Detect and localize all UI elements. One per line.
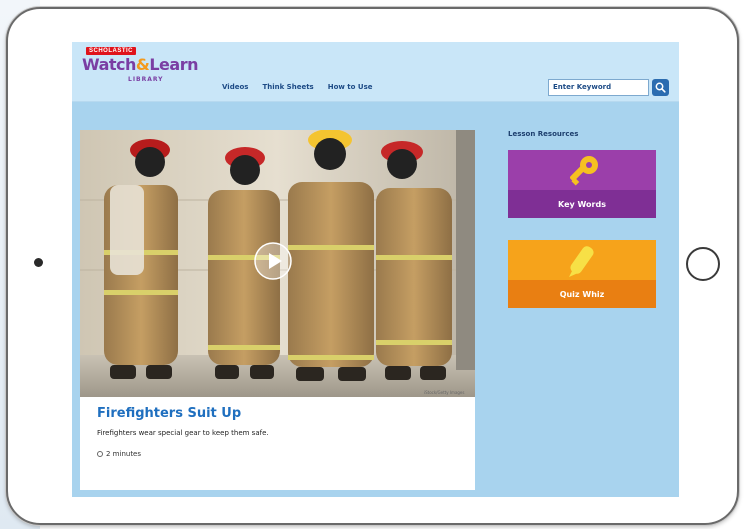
header: SCHOLASTIC Watch&Learn LIBRARY Videos Th… [72, 42, 679, 102]
card-top [508, 240, 656, 280]
video-duration: 2 minutes [97, 450, 141, 458]
nav-item-videos[interactable]: Videos [222, 83, 248, 91]
video-description: Firefighters wear special gear to keep t… [97, 429, 269, 437]
pencil-icon [569, 246, 594, 277]
nav-item-how-to-use[interactable]: How to Use [328, 83, 373, 91]
search-button[interactable] [652, 79, 669, 96]
quiz-whiz-button[interactable]: Quiz Whiz [508, 240, 656, 308]
app-screen: SCHOLASTIC Watch&Learn LIBRARY Videos Th… [72, 42, 679, 497]
search-input[interactable]: Enter Keyword [548, 79, 649, 96]
quiz-whiz-label: Quiz Whiz [508, 280, 656, 308]
camera-icon [34, 258, 43, 267]
key-words-label: Key Words [508, 190, 656, 218]
logo[interactable]: SCHOLASTIC Watch&Learn LIBRARY [82, 46, 202, 94]
logo-subtitle: LIBRARY [128, 76, 164, 83]
video-thumbnail[interactable] [80, 130, 475, 397]
play-icon[interactable] [254, 242, 292, 280]
video-card[interactable]: Firefighters Suit Up Firefighters wear s… [80, 130, 475, 490]
resources-heading: Lesson Resources [508, 130, 579, 138]
duration-text: 2 minutes [106, 450, 142, 458]
video-title[interactable]: Firefighters Suit Up [97, 406, 241, 421]
photo-credit: iStock/Getty Images [424, 390, 465, 395]
card-top [508, 150, 656, 190]
home-button[interactable] [686, 247, 720, 281]
search-icon [655, 82, 666, 93]
nav-item-think-sheets[interactable]: Think Sheets [262, 83, 313, 91]
logo-title: Watch&Learn [82, 55, 198, 74]
brand-label: SCHOLASTIC [86, 47, 136, 55]
key-icon [570, 156, 598, 186]
main-nav: Videos Think Sheets How to Use [222, 83, 372, 91]
key-words-button[interactable]: Key Words [508, 150, 656, 218]
clock-icon [97, 451, 103, 457]
